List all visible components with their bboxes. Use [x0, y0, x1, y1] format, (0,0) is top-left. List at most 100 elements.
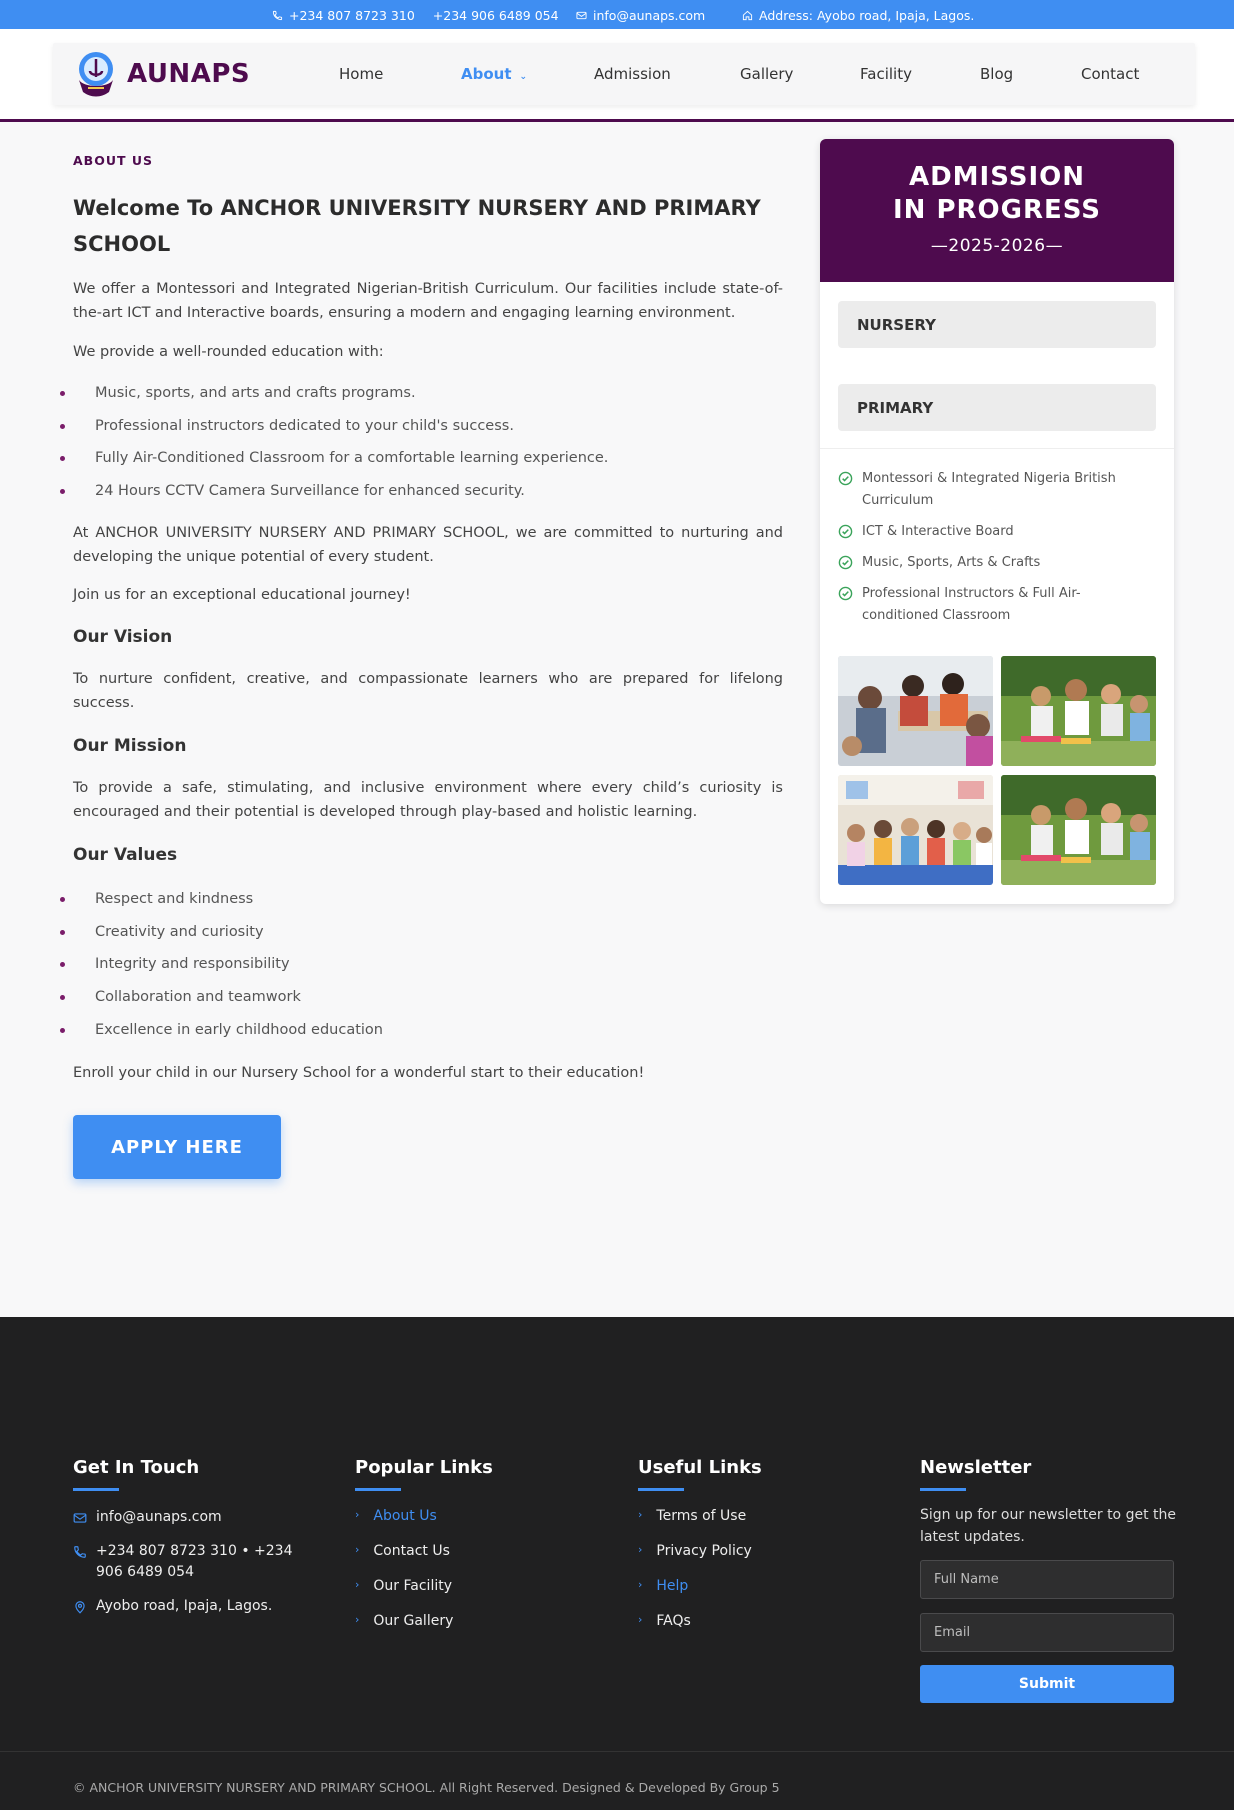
footer-link-contact[interactable]: › Contact Us	[355, 1543, 450, 1559]
footer-phone[interactable]: +234 807 8723 310 • +234 906 6489 054	[73, 1541, 313, 1583]
outdoor-play-image	[1001, 656, 1156, 766]
footer-link-help[interactable]: › Help	[638, 1578, 688, 1594]
link-label: FAQs	[656, 1613, 691, 1629]
page-title: Welcome To ANCHOR UNIVERSITY NURSERY AND…	[73, 196, 761, 256]
chevron-right-icon: ›	[355, 1578, 360, 1591]
topbar-phones[interactable]: +234 807 8723 310 +234 906 6489 054	[272, 8, 559, 23]
group-photo[interactable]	[838, 775, 993, 885]
list-item: 24 Hours CCTV Camera Surveillance for en…	[59, 481, 608, 514]
admission-heading-line2: IN PROGRESS	[892, 195, 1102, 225]
footer-popular-links: Popular Links › About Us › Contact Us › Our…	[355, 1457, 493, 1629]
title-underline	[920, 1488, 966, 1491]
link-label: Terms of Use	[656, 1508, 747, 1524]
footer-link-faqs[interactable]: › FAQs	[638, 1613, 691, 1629]
provide-paragraph: We provide a well-rounded education with…	[73, 344, 384, 360]
feature-text: Montessori & Integrated Nigeria British …	[862, 471, 1116, 508]
primary-button[interactable]: PRIMARY	[838, 384, 1156, 431]
footer-link-gallery[interactable]: › Our Gallery	[355, 1613, 453, 1629]
topbar-email-text[interactable]: info@aunaps.com	[593, 8, 705, 23]
navbar: AUNAPS Home About ⌄ Admission Gallery Fac…	[53, 43, 1195, 105]
nav-blog[interactable]: Blog	[980, 65, 1013, 83]
nav-home[interactable]: Home	[339, 65, 383, 83]
footer-contact-title: Get In Touch	[73, 1457, 200, 1478]
offerings-list: Music, sports, and arts and crafts progr…	[59, 383, 608, 514]
envelope-icon	[576, 11, 587, 20]
values-heading: Our Values	[73, 845, 178, 865]
footer-contact: Get In Touch info@aunaps.com +234 807 87…	[73, 1457, 293, 1614]
outdoor-play-photo[interactable]	[1001, 656, 1156, 766]
enroll-paragraph: Enroll your child in our Nursery School …	[73, 1065, 645, 1081]
list-item: Collaboration and teamwork	[60, 987, 383, 1020]
home-icon	[742, 10, 753, 21]
phone-icon	[272, 10, 283, 21]
section-eyebrow: ABOUT US	[73, 153, 154, 168]
nav-admission[interactable]: Admission	[594, 65, 671, 83]
outdoor-play-image-2	[1001, 775, 1156, 885]
footer-divider	[0, 1751, 1234, 1752]
vision-paragraph: To nurture confident, creative, and comp…	[73, 671, 783, 711]
nav-about-label: About	[461, 65, 512, 83]
footer-address: Ayobo road, Ipaja, Lagos.	[73, 1596, 313, 1617]
topbar-phone-2[interactable]: +234 906 6489 054	[433, 8, 559, 23]
nursery-button[interactable]: NURSERY	[838, 301, 1156, 348]
submit-button[interactable]: Submit	[920, 1665, 1174, 1703]
check-circle-icon	[838, 524, 853, 539]
check-circle-icon	[838, 586, 853, 601]
footer-phone-text[interactable]: +234 807 8723 310 • +234 906 6489 054	[96, 1541, 313, 1583]
admission-session: —2025-2026—	[930, 236, 1064, 256]
top-contact-bar: +234 807 8723 310 +234 906 6489 054 info…	[0, 0, 1234, 29]
title-underline	[638, 1488, 684, 1491]
list-item: Fully Air-Conditioned Classroom for a co…	[59, 448, 608, 481]
topbar-phone-1[interactable]: +234 807 8723 310	[289, 8, 415, 23]
title-underline	[73, 1488, 119, 1491]
school-crest-icon	[79, 52, 113, 97]
map-pin-icon	[75, 1601, 85, 1614]
commitment-paragraph: At ANCHOR UNIVERSITY NURSERY AND PRIMARY…	[73, 525, 783, 565]
chevron-right-icon: ›	[355, 1508, 360, 1521]
topbar-address: Address: Ayobo road, Ipaja, Lagos.	[742, 8, 974, 23]
list-item: ICT & Interactive Board	[838, 521, 1156, 543]
feature-text: Music, Sports, Arts & Crafts	[862, 555, 1041, 570]
nav-contact[interactable]: Contact	[1081, 65, 1139, 83]
intro-paragraph: We offer a Montessori and Integrated Nig…	[73, 281, 783, 321]
footer-link-facility[interactable]: › Our Facility	[355, 1578, 452, 1594]
nav-gallery[interactable]: Gallery	[740, 65, 793, 83]
topbar-email[interactable]: info@aunaps.com	[576, 8, 705, 23]
footer-link-privacy[interactable]: › Privacy Policy	[638, 1543, 752, 1559]
email-field[interactable]	[920, 1613, 1174, 1652]
footer-link-about[interactable]: › About Us	[355, 1508, 437, 1524]
admission-heading: ADMISSION IN PROGRESS	[820, 161, 1174, 227]
mission-paragraph: To provide a safe, stimulating, and incl…	[73, 780, 783, 820]
check-circle-icon	[838, 555, 853, 570]
join-paragraph: Join us for an exceptional educational j…	[73, 587, 411, 603]
newsletter-text: Sign up for our newsletter to get the la…	[920, 1507, 1176, 1545]
outdoor-play-photo-2[interactable]	[1001, 775, 1156, 885]
chevron-right-icon: ›	[638, 1578, 643, 1591]
site-header: AUNAPS Home About ⌄ Admission Gallery Fac…	[0, 29, 1234, 122]
envelope-icon	[73, 1513, 87, 1523]
nav-facility[interactable]: Facility	[860, 65, 912, 83]
nav-about[interactable]: About ⌄	[461, 65, 527, 83]
link-label: Help	[656, 1578, 689, 1594]
list-item: Respect and kindness	[60, 889, 383, 922]
useful-links-title: Useful Links	[638, 1457, 762, 1478]
check-circle-icon	[838, 471, 853, 486]
topbar-address-text: Address: Ayobo road, Ipaja, Lagos.	[759, 8, 975, 23]
chevron-right-icon: ›	[638, 1613, 643, 1626]
chevron-down-icon: ⌄	[519, 72, 528, 82]
footer-email-text[interactable]: info@aunaps.com	[96, 1507, 222, 1528]
newsletter-title: Newsletter	[920, 1457, 1032, 1478]
apply-here-button[interactable]: APPLY HERE	[73, 1115, 281, 1179]
list-item: Integrity and responsibility	[60, 954, 383, 987]
copyright-text: © ANCHOR UNIVERSITY NURSERY AND PRIMARY …	[73, 1780, 780, 1795]
group-image	[838, 775, 993, 885]
admission-card: ADMISSION IN PROGRESS —2025-2026— NURSER…	[820, 139, 1174, 904]
footer-address-text: Ayobo road, Ipaja, Lagos.	[96, 1598, 273, 1614]
full-name-field[interactable]	[920, 1560, 1174, 1599]
list-item: Professional Instructors & Full Air-cond…	[838, 583, 1156, 627]
phone-icon	[74, 1546, 86, 1558]
footer-link-terms[interactable]: › Terms of Use	[638, 1508, 746, 1524]
footer-email[interactable]: info@aunaps.com	[73, 1507, 313, 1528]
brand-logo[interactable]: AUNAPS	[73, 50, 250, 98]
classroom-photo[interactable]	[838, 656, 993, 766]
